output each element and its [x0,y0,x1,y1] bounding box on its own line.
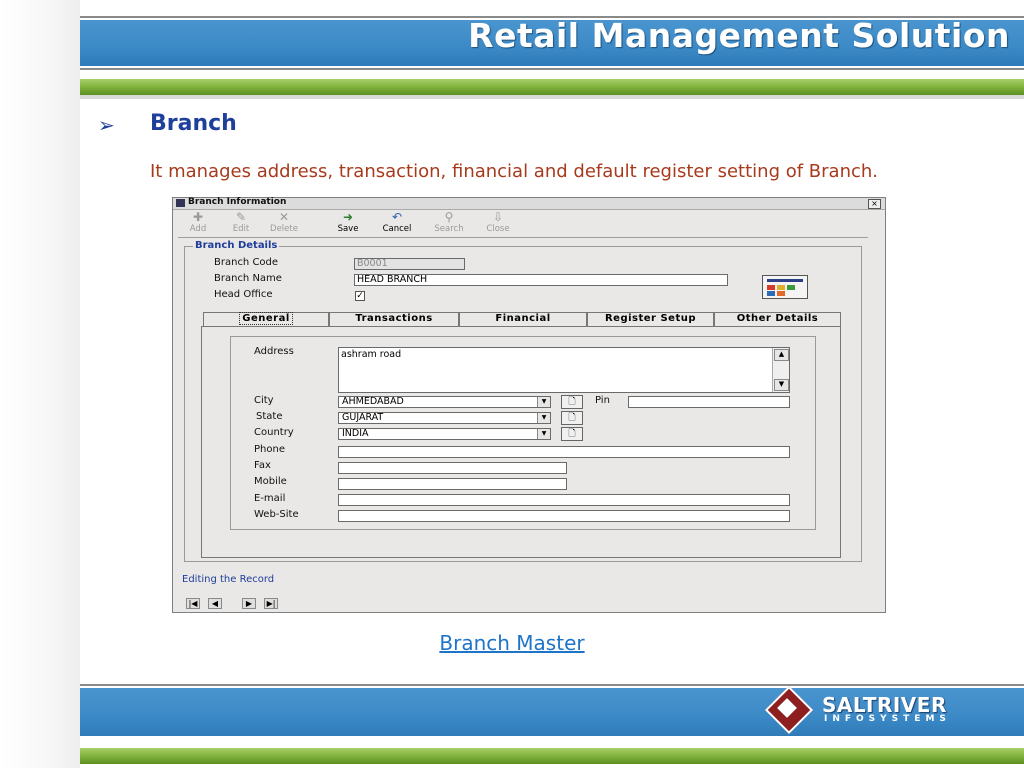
head-office-checkbox[interactable]: ✓ [355,291,365,301]
city-label: City [254,395,274,406]
add-icon: ✚ [192,210,204,224]
phone-label: Phone [254,444,285,455]
country-document-icon[interactable]: 🗋 [561,427,583,441]
save-button[interactable]: ➜ Save [330,210,366,234]
window-titlebar: Branch Information × [173,197,885,210]
tab-other-details[interactable]: Other Details [714,312,841,326]
cancel-icon: ↶ [391,210,403,224]
footer-green-band [80,748,1024,764]
window-close-icon[interactable]: × [868,199,881,209]
close-button[interactable]: ⇩ Close [480,210,516,234]
edit-icon: ✎ [235,210,247,224]
city-select[interactable]: AHMEDABAD ▼ [338,396,551,408]
header-band: Retail Management Solution [80,16,1024,66]
branch-code-field[interactable]: B0001 [354,258,465,270]
chevron-down-icon[interactable]: ▼ [537,429,550,439]
chevron-down-icon[interactable]: ▼ [537,397,550,407]
search-button[interactable]: ⚲ Search [431,210,467,234]
branch-name-field[interactable]: HEAD BRANCH [354,274,728,286]
search-icon: ⚲ [444,210,454,224]
email-label: E-mail [254,493,286,504]
website-field[interactable] [338,510,790,522]
calendar-icon[interactable] [762,275,808,299]
branch-details-title: Branch Details [193,240,280,251]
scroll-down-icon[interactable]: ▼ [774,379,789,391]
phone-field[interactable] [338,446,790,458]
tab-general[interactable]: General [203,312,329,326]
address-textarea[interactable]: ashram road ▲ ▼ [338,347,790,393]
city-document-icon[interactable]: 🗋 [561,395,583,409]
footer-top-rule [80,684,1024,686]
toolbar-separator [178,237,868,238]
tab-transactions[interactable]: Transactions [329,312,459,326]
chevron-down-icon[interactable]: ▼ [537,413,550,423]
address-value: ashram road [341,349,402,360]
slide-heading: Branch [150,111,237,136]
delete-button[interactable]: ✕ Delete [266,210,302,234]
edit-button[interactable]: ✎ Edit [223,210,259,234]
window-title: Branch Information [188,197,287,207]
header-green-band [80,79,1024,95]
country-select[interactable]: INDIA ▼ [338,428,551,440]
nav-next-button[interactable]: ▶ [242,598,256,609]
branch-code-label: Branch Code [214,257,279,268]
fax-label: Fax [254,460,271,471]
email-field[interactable] [338,494,790,506]
address-label: Address [254,346,294,357]
pin-field[interactable] [628,396,790,408]
header-mid-rule [80,68,1024,70]
branch-name-label: Branch Name [214,273,282,284]
bullet-icon: ➢ [98,113,115,137]
saltriver-logo: SALTRIVER INFOSYSTEMS [764,685,976,735]
tab-financial[interactable]: Financial [459,312,587,326]
state-label: State [256,411,283,422]
address-scrollbar[interactable]: ▲ ▼ [772,348,789,392]
country-label: Country [254,427,294,438]
status-text: Editing the Record [182,574,275,585]
cancel-button[interactable]: ↶ Cancel [379,210,415,234]
tab-register-setup[interactable]: Register Setup [587,312,714,326]
window-app-icon [176,199,185,207]
nav-prev-button[interactable]: ◀ [208,598,222,609]
nav-first-button[interactable]: |◀ [186,598,200,609]
state-select[interactable]: GUJARAT ▼ [338,412,551,424]
header-bottom-shadow [80,95,1024,99]
mobile-label: Mobile [254,476,287,487]
nav-last-button[interactable]: ▶| [264,598,278,609]
state-document-icon[interactable]: 🗋 [561,411,583,425]
slide-description: It manages address, transaction, financi… [150,161,878,182]
delete-icon: ✕ [278,210,290,224]
fax-field[interactable] [338,462,567,474]
figure-caption-link[interactable]: Branch Master [0,631,1024,655]
add-button[interactable]: ✚ Add [180,210,216,234]
close-icon: ⇩ [492,210,504,224]
website-label: Web-Site [254,509,299,520]
pin-label: Pin [595,395,610,406]
mobile-field[interactable] [338,478,567,490]
scroll-up-icon[interactable]: ▲ [774,349,789,361]
save-icon: ➜ [342,210,354,224]
header-title: Retail Management Solution [468,16,1010,55]
head-office-label: Head Office [214,289,273,300]
